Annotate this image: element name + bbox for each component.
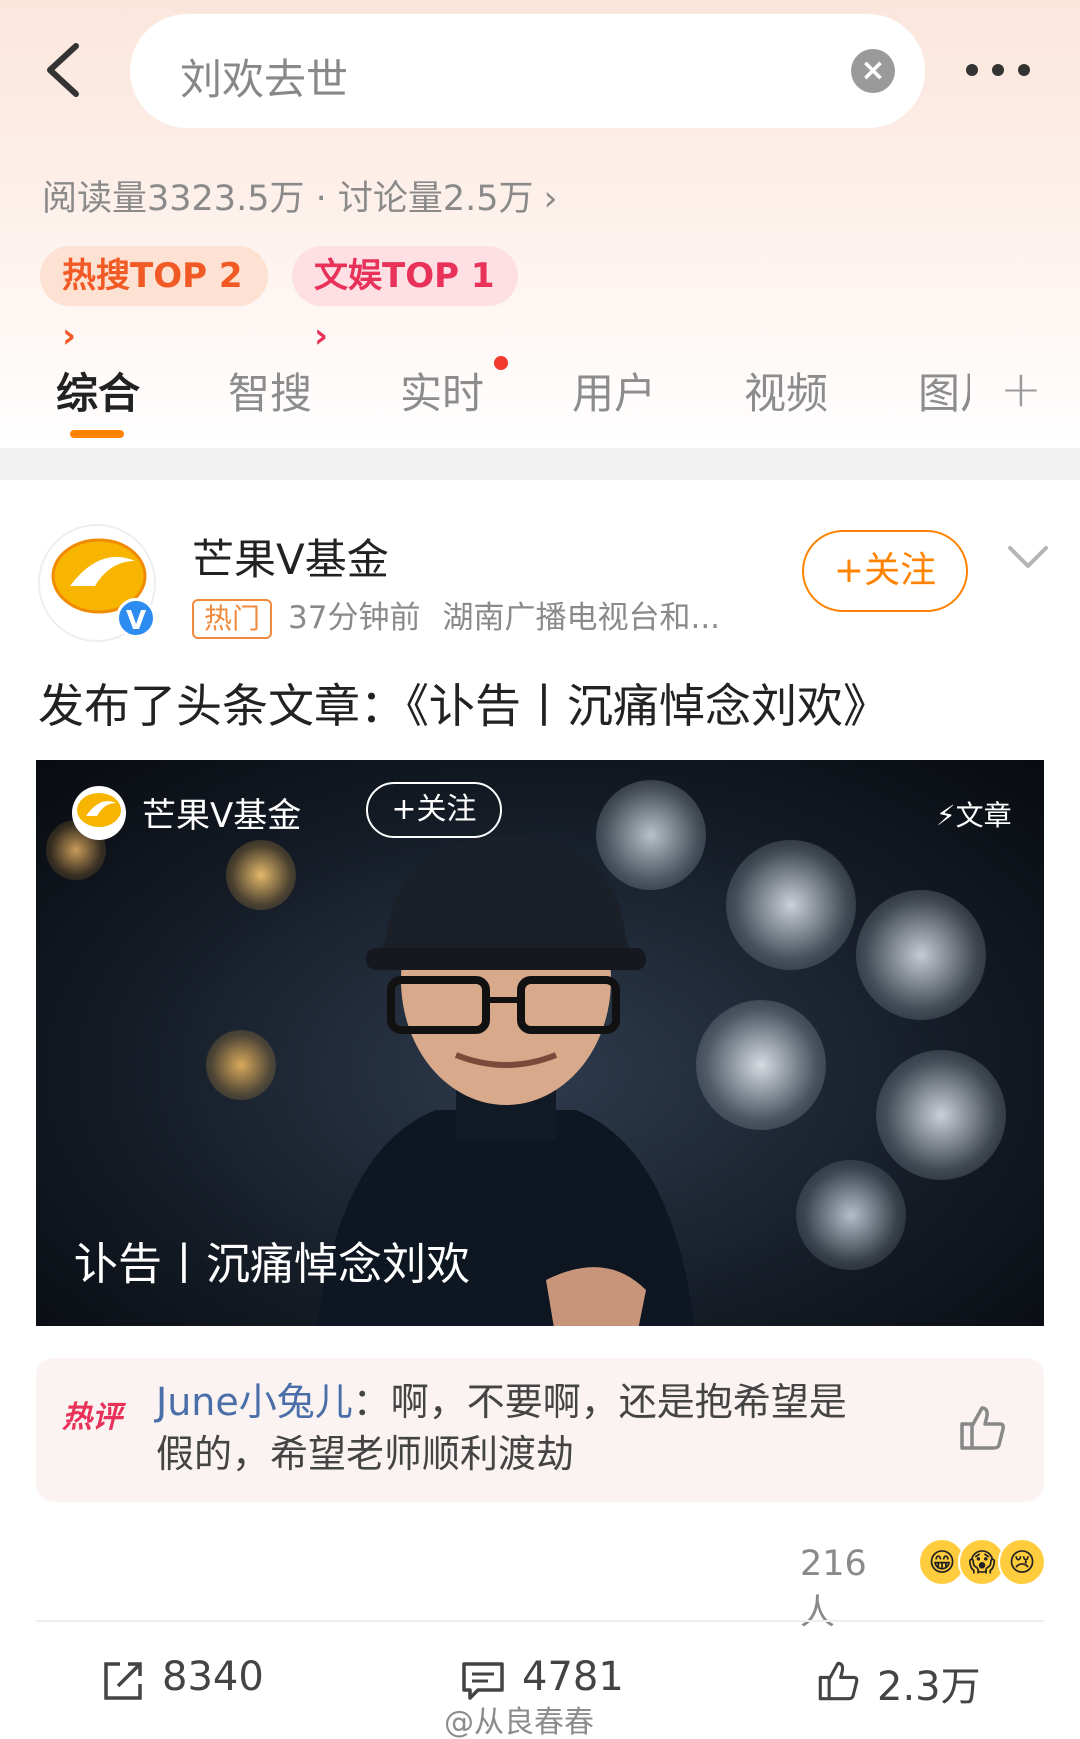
search-input[interactable]: 刘欢去世 × — [130, 14, 925, 128]
back-button[interactable] — [40, 40, 90, 100]
like-count: 2.3万 — [877, 1664, 981, 1710]
topic-stats-text: 阅读量3323.5万 · 讨论量2.5万 — [42, 179, 534, 219]
bokeh-light — [856, 890, 986, 1020]
post-meta: 热门 37分钟前 湖南广播电视台和... — [192, 592, 720, 639]
image-follow-button[interactable]: +关注 — [366, 782, 502, 838]
bokeh-light — [206, 1030, 276, 1100]
share-icon — [104, 1662, 142, 1700]
share-count: 8340 — [162, 1654, 264, 1700]
clear-search-button[interactable]: × — [851, 49, 895, 93]
hot-comment-tag: 热评 — [62, 1400, 122, 1435]
tab-realtime[interactable]: 实时 — [400, 360, 484, 421]
hot-comment-content: June小兔儿：啊，不要啊，还是抱希望是假的，希望老师顺利渡劫 — [156, 1376, 876, 1480]
tab-smart-search[interactable]: 智搜 — [228, 360, 312, 421]
hot-badge: 热门 — [192, 599, 273, 639]
post-card: V 芒果V基金 热门 37分钟前 湖南广播电视台和... +关注 发布了头条文章：《… — [0, 480, 1080, 1739]
post-text[interactable]: 发布了头条文章：《讣告丨沉痛悼念刘欢》 — [38, 670, 889, 736]
image-caption: 讣告丨沉痛悼念刘欢 — [74, 1239, 470, 1290]
avatar[interactable] — [72, 786, 126, 840]
author-name[interactable]: 芒果V基金 — [192, 526, 389, 587]
post-source: 湖南广播电视台和... — [442, 600, 721, 636]
search-tabs: 综合 智搜 实时 用户 视频 图片 + — [0, 350, 1080, 442]
add-tab-icon[interactable]: + — [1000, 360, 1042, 418]
comment-user[interactable]: June小兔儿 — [156, 1380, 353, 1424]
article-cover-image[interactable]: 芒果V基金 +关注 ⚡文章 讣告丨沉痛悼念刘欢 — [36, 760, 1044, 1326]
chevron-left-icon — [47, 43, 79, 97]
chevron-right-icon: › — [543, 179, 558, 219]
close-icon: × — [860, 53, 886, 88]
chevron-down-icon — [1008, 546, 1048, 568]
article-type-text: 文章 — [955, 799, 1012, 832]
watermark: @从良春春 — [444, 1705, 594, 1739]
bokeh-light — [876, 1050, 1006, 1180]
image-author-name: 芒果V基金 — [142, 796, 302, 836]
comment-count: 4781 — [522, 1654, 624, 1700]
article-type-label: ⚡文章 — [936, 794, 1012, 834]
comment-like-button[interactable] — [956, 1402, 1008, 1454]
more-options-button[interactable] — [962, 50, 1034, 90]
hot-search-rank-tag[interactable]: 热搜TOP 2 › — [40, 246, 268, 356]
tab-users[interactable]: 用户 — [572, 360, 656, 421]
mango-logo-icon — [77, 793, 121, 827]
active-tab-indicator — [70, 430, 124, 438]
bokeh-light — [696, 1000, 826, 1130]
new-content-dot — [494, 356, 508, 370]
follow-button[interactable]: +关注 — [802, 530, 968, 612]
bokeh-light — [796, 1160, 906, 1270]
lightning-icon: ⚡ — [936, 799, 956, 832]
more-dot-icon — [992, 64, 1004, 76]
hot-comment[interactable]: 热评 June小兔儿：啊，不要啊，还是抱希望是假的，希望老师顺利渡劫 — [36, 1358, 1044, 1502]
search-query: 刘欢去世 — [180, 55, 349, 104]
post-menu-button[interactable] — [1006, 542, 1050, 572]
tab-images[interactable]: 图片 — [918, 360, 970, 421]
thumbs-up-icon — [818, 1661, 859, 1701]
verified-badge-icon: V — [116, 598, 156, 638]
tab-comprehensive[interactable]: 综合 — [56, 360, 140, 421]
bokeh-light — [726, 840, 856, 970]
tab-videos[interactable]: 视频 — [744, 360, 828, 421]
more-dot-icon — [966, 64, 978, 76]
more-dot-icon — [1018, 64, 1030, 76]
search-header: 刘欢去世 × 阅读量3323.5万 · 讨论量2.5万 › 热搜TOP 2 › 文… — [0, 0, 1080, 448]
topic-stats[interactable]: 阅读量3323.5万 · 讨论量2.5万 › — [42, 170, 558, 221]
entertainment-rank-tag[interactable]: 文娱TOP 1 › — [292, 246, 518, 356]
thumbs-up-icon — [960, 1406, 1005, 1450]
screen: 刘欢去世 × 阅读量3323.5万 · 讨论量2.5万 › 热搜TOP 2 › 文… — [0, 0, 1080, 1739]
bokeh-light — [226, 840, 296, 910]
sad-emoji-icon: 😢 — [998, 1538, 1046, 1586]
post-time: 37分钟前 — [288, 600, 421, 636]
